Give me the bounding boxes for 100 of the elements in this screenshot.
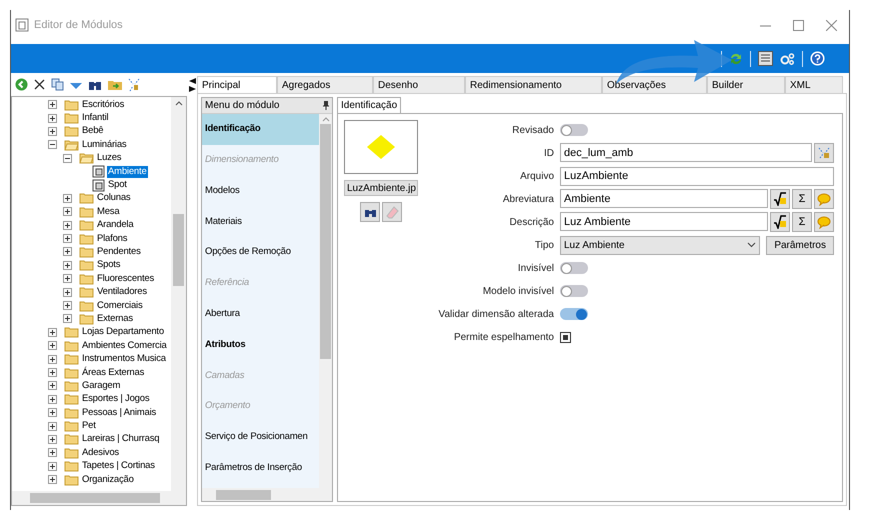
tree-item[interactable]: Luminárias bbox=[81, 138, 128, 151]
tab[interactable]: Builder bbox=[707, 76, 785, 93]
collapse-icon[interactable] bbox=[48, 140, 57, 150]
expand-icon[interactable] bbox=[63, 301, 72, 310]
expand-icon[interactable] bbox=[48, 114, 57, 123]
expand-icon[interactable] bbox=[48, 462, 57, 471]
horizontal-scrollbar[interactable] bbox=[202, 488, 332, 501]
scroll-up-icon[interactable] bbox=[174, 101, 182, 106]
formula-button[interactable] bbox=[770, 212, 790, 232]
expand-icon[interactable] bbox=[48, 354, 57, 364]
toggle-switch[interactable] bbox=[560, 285, 588, 297]
tree-item[interactable]: Plafons bbox=[96, 232, 128, 245]
tree-item[interactable]: Escritórios bbox=[81, 98, 126, 111]
expand-icon[interactable] bbox=[48, 100, 57, 110]
settings-icon[interactable] bbox=[780, 52, 795, 66]
help-icon[interactable] bbox=[810, 51, 825, 66]
scrollbar-thumb[interactable] bbox=[216, 490, 271, 500]
text-field[interactable]: Luz Ambiente bbox=[560, 212, 768, 231]
menu-item[interactable]: Parâmetros de Inserção bbox=[202, 452, 319, 484]
expand-icon[interactable] bbox=[63, 314, 72, 324]
tree-item[interactable]: Ambiente bbox=[107, 166, 148, 178]
expand-icon[interactable] bbox=[48, 381, 57, 390]
tree-item[interactable]: Externas bbox=[96, 312, 134, 325]
tree-item[interactable]: Esportes | Jogos bbox=[81, 393, 150, 406]
menu-item[interactable]: Materiais bbox=[202, 206, 319, 238]
collapse-icon[interactable] bbox=[63, 154, 72, 163]
horizontal-scrollbar[interactable] bbox=[12, 491, 186, 505]
toggle-switch[interactable] bbox=[560, 124, 588, 136]
expand-icon[interactable] bbox=[63, 260, 72, 270]
list-icon[interactable] bbox=[758, 51, 773, 66]
expand-icon[interactable] bbox=[48, 422, 57, 431]
tree-item[interactable]: Infantil bbox=[81, 112, 110, 124]
close-icon[interactable] bbox=[826, 20, 837, 30]
delete-icon[interactable] bbox=[34, 79, 45, 90]
toggle-switch[interactable] bbox=[560, 262, 588, 274]
menu-item[interactable]: Modelos bbox=[202, 176, 319, 206]
tree-item[interactable]: Lojas Departamento bbox=[81, 326, 165, 338]
scrollbar-thumb[interactable] bbox=[30, 493, 160, 503]
menu-item[interactable]: Opções de Remoção bbox=[202, 237, 319, 268]
copy-icon[interactable] bbox=[51, 78, 64, 91]
tree-item[interactable]: Lareiras | Churrasq bbox=[81, 433, 160, 446]
menu-item[interactable]: Abertura bbox=[202, 298, 319, 330]
expand-icon[interactable] bbox=[48, 408, 57, 418]
expand-icon[interactable] bbox=[63, 220, 72, 230]
image-file-button[interactable]: LuzAmbiente.jp bbox=[344, 180, 418, 196]
tab[interactable]: Identificação bbox=[337, 97, 402, 113]
tree-item[interactable]: Pessoas | Animais bbox=[81, 406, 158, 419]
search-button[interactable] bbox=[360, 202, 380, 222]
folder-arrow-icon[interactable] bbox=[108, 78, 122, 90]
pin-icon[interactable] bbox=[323, 101, 329, 110]
tab[interactable]: Desenho bbox=[373, 76, 465, 93]
tree-item[interactable]: Áreas Externas bbox=[81, 366, 146, 378]
expand-icon[interactable] bbox=[48, 448, 57, 458]
expand-icon[interactable] bbox=[48, 126, 57, 136]
tree-item[interactable]: Bebê bbox=[81, 125, 104, 138]
tree-item[interactable]: Spot bbox=[107, 179, 128, 192]
tree-item[interactable]: Luzes bbox=[96, 152, 122, 164]
tree-item[interactable]: Adesivos bbox=[81, 446, 120, 459]
expand-icon[interactable] bbox=[48, 434, 57, 444]
text-field[interactable]: LuzAmbiente bbox=[560, 166, 834, 186]
checkbox[interactable] bbox=[560, 332, 571, 342]
tree-item[interactable]: Ventiladores bbox=[96, 286, 148, 298]
back-icon[interactable] bbox=[15, 78, 28, 91]
sum-button[interactable]: Σ bbox=[792, 189, 812, 209]
scrollbar-thumb[interactable] bbox=[173, 214, 184, 286]
tree-item[interactable]: Pendentes bbox=[96, 246, 142, 258]
collapse-arrows-icon[interactable] bbox=[188, 78, 196, 92]
type-dropdown[interactable]: Luz Ambiente bbox=[560, 236, 760, 254]
sum-button[interactable]: Σ bbox=[792, 212, 812, 232]
tree-item[interactable]: Mesa bbox=[96, 206, 120, 218]
scrollbar-thumb[interactable] bbox=[320, 124, 331, 359]
menu-item[interactable]: Identificação bbox=[202, 114, 319, 145]
tree-item[interactable]: Pet bbox=[81, 420, 97, 432]
tab[interactable]: Principal bbox=[197, 76, 277, 93]
tab[interactable]: Observações bbox=[602, 76, 707, 93]
expand-icon[interactable] bbox=[48, 475, 57, 484]
tree-item[interactable]: Instrumentos Musica bbox=[81, 353, 167, 366]
expand-icon[interactable] bbox=[63, 288, 72, 297]
menu-item[interactable]: Serviço de Posicionamen bbox=[202, 422, 319, 453]
expand-icon[interactable] bbox=[63, 234, 72, 244]
menu-item[interactable]: Atributos bbox=[202, 330, 319, 360]
tree-item[interactable]: Tapetes | Cortinas bbox=[81, 460, 156, 472]
dotted-figure-icon[interactable] bbox=[128, 78, 140, 92]
vertical-scrollbar[interactable] bbox=[319, 114, 332, 488]
expand-icon[interactable] bbox=[48, 341, 57, 350]
expand-icon[interactable] bbox=[63, 274, 72, 284]
maximize-icon[interactable] bbox=[793, 20, 804, 30]
tab[interactable]: Agregados bbox=[277, 76, 373, 93]
formula-button[interactable] bbox=[770, 189, 790, 209]
tree-item[interactable]: Fluorescentes bbox=[96, 272, 156, 285]
text-field[interactable]: Ambiente bbox=[560, 189, 768, 208]
tree-item[interactable]: Spots bbox=[96, 259, 122, 272]
tree-item[interactable]: Arandela bbox=[96, 219, 134, 232]
expand-icon[interactable] bbox=[48, 328, 57, 337]
text-field[interactable]: dec_lum_amb bbox=[560, 143, 812, 162]
tree-item[interactable]: Comerciais bbox=[96, 300, 144, 312]
toggle-switch[interactable] bbox=[560, 308, 588, 320]
tree-item[interactable]: Organização bbox=[81, 474, 135, 486]
expand-icon[interactable] bbox=[48, 394, 57, 404]
expand-icon[interactable] bbox=[63, 207, 72, 216]
